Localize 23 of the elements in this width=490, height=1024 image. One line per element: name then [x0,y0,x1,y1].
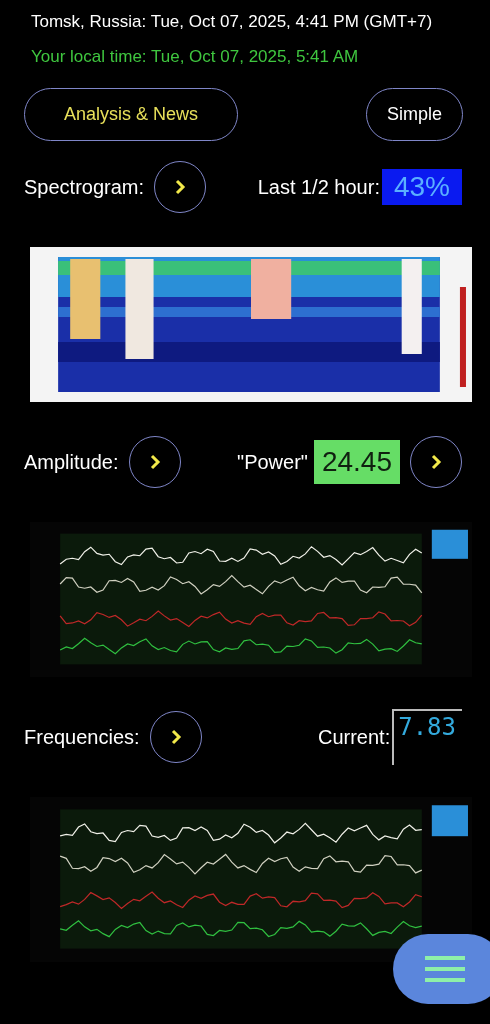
section-label: Frequencies: [24,725,140,749]
open-button[interactable] [154,161,207,213]
menu-button[interactable] [393,934,490,1004]
chevron-icon [148,454,161,470]
chevron-icon [169,729,182,745]
reading-label: Current: [317,725,391,749]
reading-value: 24.45 [313,440,400,484]
location-time: Tomsk, Russia: Tue, Oct 07, 2025, 4:41 PM (GMT+7) [31,11,434,33]
reading-value: 43% [381,169,462,205]
analysis-button[interactable]: Analysis & News [24,88,238,141]
chevron-icon [430,454,442,470]
reading-label: Last 1/2 hour: [257,175,380,199]
reading-label: "Power" [237,450,308,474]
open-button[interactable] [128,436,181,488]
menu-icon [425,956,465,982]
simple-button[interactable]: Simple [365,88,463,141]
chevron-icon [174,179,187,195]
open-button[interactable] [149,711,202,763]
reading-value: 7.83 [392,709,462,765]
open-button[interactable] [410,436,462,488]
section-label: Amplitude: [24,450,119,474]
local-time: Your local time: Tue, Oct 07, 2025, 5:41 AM [31,46,360,68]
section-label: Spectrogram: [24,175,145,199]
